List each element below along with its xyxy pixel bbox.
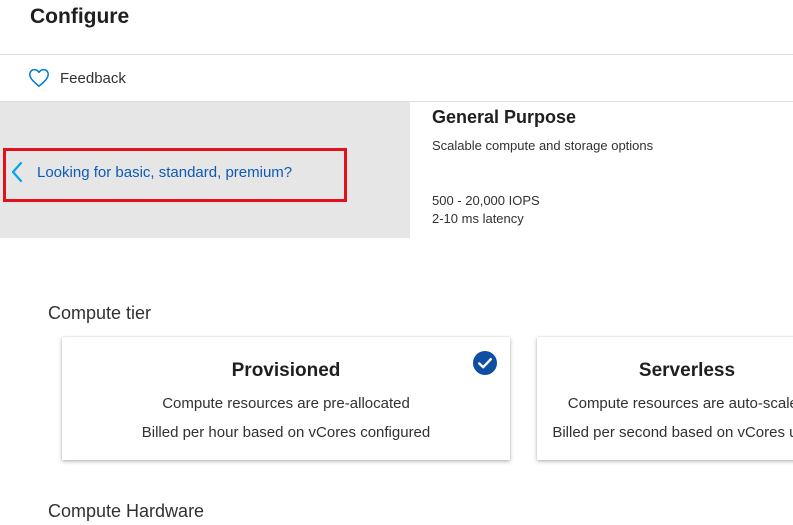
card-description: Compute resources are pre-allocated — [162, 395, 410, 412]
tier-name: General Purpose — [432, 107, 577, 127]
service-tier-panel: Looking for basic, standard, premium? — [0, 102, 410, 238]
serverless-card[interactable]: Serverless Compute resources are auto-sc… — [537, 337, 793, 460]
basic-standard-premium-link[interactable]: Looking for basic, standard, premium? — [10, 159, 292, 185]
compute-hardware-label: Compute Hardware — [48, 501, 205, 521]
card-billing: Billed per hour based on vCores configur… — [141, 424, 431, 441]
toolbar: Feedback — [0, 55, 793, 102]
feedback-label: Feedback — [60, 69, 126, 87]
tier-iops: 500 - 20,000 IOPS — [432, 193, 540, 208]
page-title: Configure — [30, 5, 130, 28]
compute-tier-label: Compute tier — [48, 303, 152, 323]
configure-page: Configure Feedback Looking for basic, st… — [0, 0, 793, 525]
basic-link-label: Looking for basic, standard, premium? — [37, 163, 293, 181]
tier-description: Scalable compute and storage options — [432, 138, 654, 153]
page-header: Configure — [0, 0, 793, 55]
checkmark-circle-icon — [472, 350, 498, 376]
chevron-left-icon — [10, 161, 24, 183]
card-title: Provisioned — [231, 360, 341, 381]
tier-latency: 2-10 ms latency — [432, 211, 524, 226]
provisioned-card[interactable]: Provisioned Compute resources are pre-al… — [62, 337, 510, 460]
card-title: Serverless — [638, 360, 736, 381]
card-billing: Billed per second based on vCores used — [552, 424, 793, 441]
heart-icon — [28, 68, 50, 88]
card-description: Compute resources are auto-scaled — [567, 395, 793, 412]
feedback-button[interactable]: Feedback — [28, 65, 126, 91]
